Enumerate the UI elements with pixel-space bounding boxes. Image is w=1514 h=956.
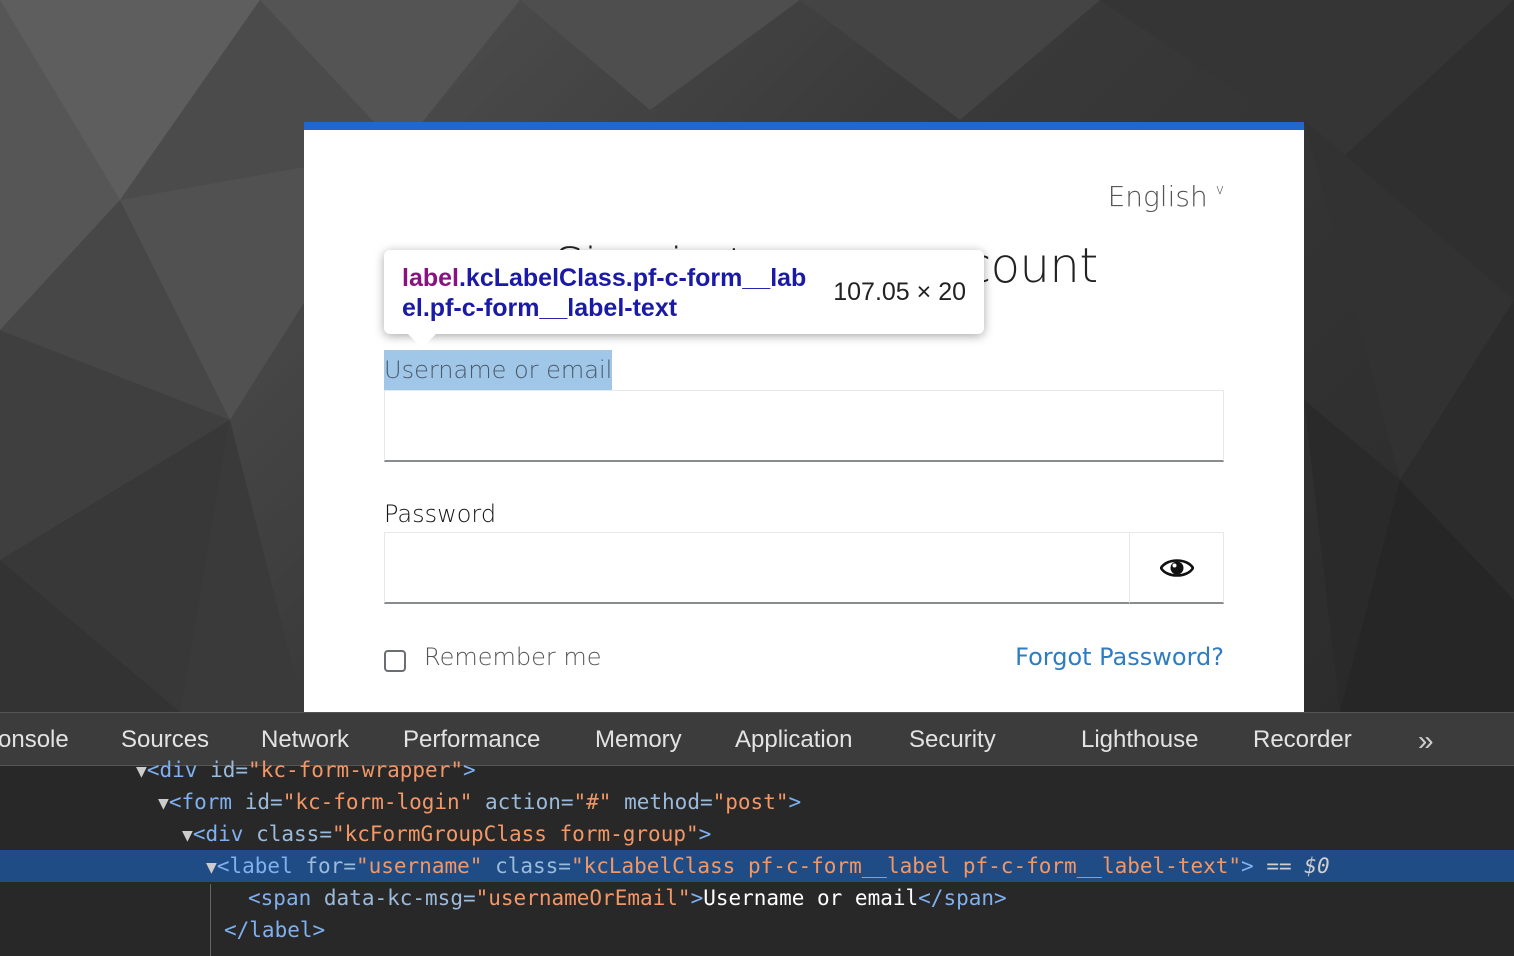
password-label: Password <box>384 500 497 528</box>
tooltip-selector: label.kcLabelClass.pf-c-form__label.pf-c… <box>402 263 812 323</box>
expand-triangle-icon[interactable]: ▼ <box>206 857 217 878</box>
login-card: English v Sign in to your account Userna… <box>304 122 1304 722</box>
tab-security[interactable]: Security <box>909 726 996 754</box>
tooltip-classes: .kcLabelClass.pf-c-form__label.pf-c-form… <box>402 264 807 322</box>
expand-triangle-icon[interactable]: ▼ <box>182 825 193 846</box>
language-label: English <box>1107 180 1208 213</box>
expand-triangle-icon[interactable]: ▼ <box>158 793 169 814</box>
devtools-panel: onsole Sources Network Performance Memor… <box>0 712 1514 956</box>
show-password-button[interactable] <box>1129 532 1224 604</box>
language-selector[interactable]: English v <box>1108 180 1224 213</box>
dom-node-line[interactable]: ▼<form id="kc-form-login" action="#" met… <box>0 786 1514 818</box>
tab-lighthouse[interactable]: Lighthouse <box>1081 726 1198 754</box>
expand-triangle-icon[interactable]: ▼ <box>136 761 147 782</box>
tab-performance[interactable]: Performance <box>403 726 540 754</box>
dom-node-line[interactable]: </label> <box>0 914 1514 946</box>
tab-console[interactable]: onsole <box>0 726 69 754</box>
more-tabs-icon[interactable]: » <box>1418 725 1434 757</box>
chevron-down-icon: v <box>1215 182 1224 198</box>
tab-memory[interactable]: Memory <box>595 726 682 754</box>
tooltip-dimensions: 107.05 × 20 <box>833 278 966 306</box>
password-input[interactable] <box>384 532 1130 604</box>
username-input[interactable] <box>384 390 1224 462</box>
dom-node-line[interactable]: <span data-kc-msg="usernameOrEmail">User… <box>0 882 1514 914</box>
dom-node-line-selected[interactable]: ▼<label for="username" class="kcLabelCla… <box>0 850 1514 882</box>
tooltip-tag: label <box>402 264 459 292</box>
tab-recorder[interactable]: Recorder <box>1253 726 1352 754</box>
dom-node-line[interactable]: ▼<div class="kcFormGroupClass form-group… <box>0 818 1514 850</box>
tooltip-arrow <box>408 334 436 348</box>
forgot-password-link[interactable]: Forgot Password? <box>1015 643 1224 671</box>
tab-network[interactable]: Network <box>261 726 349 754</box>
remember-me-label: Remember me <box>424 643 602 671</box>
dom-node-line[interactable]: ▼<div id="kc-form-wrapper"> <box>0 754 1514 786</box>
username-label: Username or email <box>384 350 613 390</box>
remember-me-checkbox[interactable] <box>384 650 406 672</box>
tab-application[interactable]: Application <box>735 726 852 754</box>
eye-icon <box>1159 558 1194 577</box>
inspect-tooltip: label.kcLabelClass.pf-c-form__label.pf-c… <box>384 250 984 348</box>
indent-guide <box>210 884 211 956</box>
tab-sources[interactable]: Sources <box>121 726 209 754</box>
